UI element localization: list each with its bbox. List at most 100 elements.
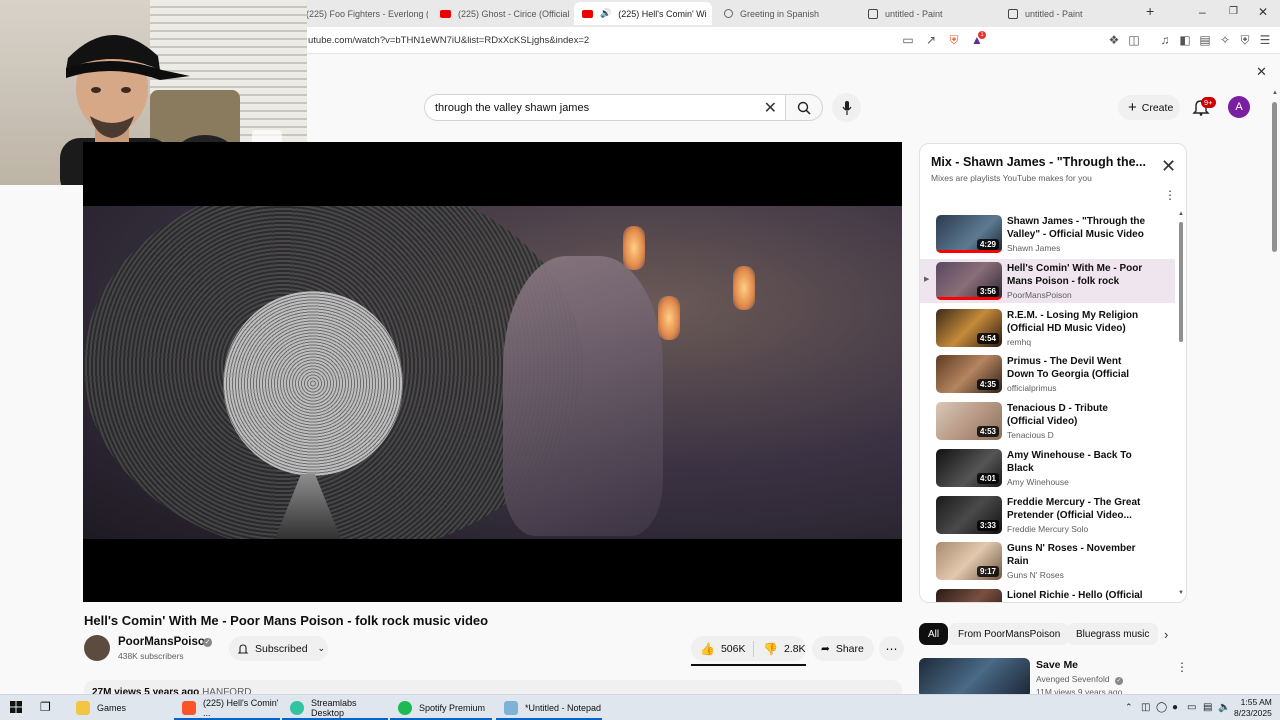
recommendation-title[interactable]: Save Me [1036, 659, 1078, 671]
cast-icon[interactable]: ▭ [901, 33, 915, 47]
playlist-item[interactable]: 9:17 Guns N' Roses - November Rain Guns … [920, 539, 1175, 583]
channel-avatar[interactable] [84, 635, 110, 661]
playlist-item-current[interactable]: ▶ 3:56 Hell's Comin' With Me - Poor Mans… [920, 259, 1175, 303]
chip-bluegrass[interactable]: Bluegrass music [1067, 623, 1159, 645]
account-avatar[interactable]: A [1228, 96, 1250, 118]
network-icon[interactable]: ▤ [1203, 702, 1212, 713]
speaker-icon: 🔊 [600, 8, 612, 18]
media-control-icon[interactable]: ♫ [1158, 33, 1172, 47]
sidebar-toggle-icon[interactable]: ◫ [1127, 33, 1141, 47]
windows-start-icon[interactable] [10, 701, 22, 716]
taskbar-item-spotify[interactable]: Spotify Premium [390, 695, 492, 720]
tray-display-icon[interactable]: ▭ [1187, 702, 1196, 713]
search-button[interactable] [786, 94, 823, 121]
task-view-icon[interactable]: ❐ [40, 700, 51, 714]
tab-title: untitled - Paint [885, 8, 943, 19]
chip-from-channel[interactable]: From PoorMansPoison [949, 623, 1070, 645]
dislike-count: 2.8K [783, 642, 806, 655]
tab-paint-1[interactable]: untitled - Paint [860, 2, 996, 25]
recommendation-menu-icon[interactable]: ⋮ [1176, 660, 1188, 674]
vpn-icon[interactable]: ⛨ [1238, 33, 1252, 47]
share-label: Share [835, 642, 864, 655]
subscribed-button[interactable]: Subscribed ⌄ [229, 636, 328, 661]
video-frame [83, 206, 902, 539]
tray-overflow-icon[interactable]: ⌃ [1125, 702, 1133, 713]
recommendation-thumbnail[interactable] [919, 658, 1030, 698]
scroll-down-icon[interactable]: ▼ [1178, 590, 1184, 596]
tab-title: untitled - Paint [1025, 8, 1083, 19]
video-thumbnail: 4:54 [936, 309, 1002, 347]
scrollbar-thumb[interactable] [1272, 102, 1277, 252]
tab-hells-comin[interactable]: 🔊 (225) Hell's Comin' Wi ✕ [574, 2, 712, 25]
playlist-menu-icon[interactable]: ⋮ [1164, 188, 1176, 202]
leo-ai-icon[interactable]: ✧ [1218, 33, 1232, 47]
playlist-item[interactable]: 4:01 Amy Winehouse - Back To Black Amy W… [920, 446, 1175, 490]
minimize-icon[interactable]: – [1199, 5, 1206, 19]
voice-search-button[interactable] [832, 93, 861, 122]
overlay-close-icon[interactable]: ✕ [1256, 64, 1267, 80]
video-bulb [658, 296, 680, 340]
page-scrollbar[interactable]: ▲ [1270, 90, 1280, 702]
tab-paint-2[interactable]: untitled - Paint [1000, 2, 1130, 25]
chevron-down-icon: ⌄ [317, 643, 326, 653]
more-actions-icon[interactable]: ⋯ [879, 636, 904, 661]
search-input[interactable]: through the valley shawn james ✕ [424, 94, 786, 121]
url-field[interactable]: utube.com/watch?v=bTHN1eWN7iU&list=RDxXc… [308, 35, 589, 46]
video-thumbnail [936, 589, 1002, 602]
playlist-item[interactable]: 4:54 R.E.M. - Losing My Religion (Offici… [920, 306, 1175, 350]
playlist-item[interactable]: 3:33 Freddie Mercury - The Great Pretend… [920, 493, 1175, 537]
watched-progress [936, 297, 1002, 300]
playlist-title[interactable]: Mix - Shawn James - "Through the... [931, 155, 1146, 169]
new-tab-button[interactable]: + [1146, 3, 1154, 19]
tab-greeting-in-spanish[interactable]: Greeting in Spanish [716, 2, 856, 25]
notepad-icon [504, 700, 518, 715]
playlist-item[interactable]: 4:29 Shawn James - "Through the Valley" … [920, 212, 1175, 256]
video-player[interactable] [83, 142, 902, 602]
brave-shields-icon[interactable]: ⛨ [947, 33, 961, 47]
taskbar-item-streamlabs[interactable]: Streamlabs Desktop [282, 695, 388, 720]
scrollbar-thumb[interactable] [1179, 222, 1183, 342]
chip-all[interactable]: All [919, 623, 949, 645]
scroll-up-icon[interactable]: ▲ [1178, 211, 1184, 217]
channel-name[interactable]: PoorMansPoison [118, 636, 212, 648]
share-button[interactable]: ➦ Share [812, 636, 874, 661]
video-bulb [623, 226, 645, 270]
item-title: R.E.M. - Losing My Religion (Official HD… [1007, 310, 1139, 334]
watched-progress [936, 250, 1002, 253]
extension-icon[interactable]: ❖ [1107, 33, 1121, 47]
windows-taskbar: ❐ Games (225) Hell's Comin' ... Streamla… [0, 694, 1280, 720]
playlist-item[interactable]: Lionel Richie - Hello (Official [920, 586, 1175, 602]
create-button[interactable]: + Create [1118, 95, 1180, 120]
volume-icon[interactable]: 🔈 [1218, 702, 1230, 713]
scroll-up-icon[interactable]: ▲ [1272, 90, 1278, 96]
window-close-icon[interactable]: ✕ [1258, 5, 1268, 19]
playlist-item[interactable]: 4:53 Tenacious D - Tribute (Official Vid… [920, 399, 1175, 443]
share-page-icon[interactable]: ↗ [924, 33, 938, 47]
tray-microphone-icon[interactable]: ● [1172, 702, 1178, 713]
dislike-button[interactable]: 👎 2.8K [754, 636, 806, 661]
taskbar-item-games[interactable]: Games [68, 695, 170, 720]
taskbar-item-browser[interactable]: (225) Hell's Comin' ... [174, 695, 280, 720]
tray-app-icon[interactable]: ◫ [1141, 702, 1150, 713]
item-channel: Shawn James [1007, 243, 1061, 253]
paint-icon [868, 8, 878, 19]
menu-icon[interactable]: ☰ [1258, 33, 1272, 47]
search-icon [797, 101, 811, 115]
chevron-right-icon[interactable]: › [1164, 627, 1168, 642]
like-button[interactable]: 👍 506K [691, 636, 753, 661]
taskbar-clock[interactable]: 1:55 AM 8/23/2025 [1234, 697, 1272, 719]
taskbar-item-notepad[interactable]: *Untitled - Notepad [496, 695, 602, 720]
wallet-icon[interactable]: ▤ [1198, 33, 1212, 47]
tab-foo-fighters[interactable]: (225) Foo Fighters - Everlong ( [298, 2, 428, 25]
globe-icon [724, 9, 733, 18]
close-playlist-icon[interactable]: ✕ [1161, 157, 1176, 175]
restore-icon[interactable]: ❐ [1229, 6, 1238, 17]
tray-app-icon[interactable]: ◯ [1156, 702, 1167, 713]
tab-ghost-cirice[interactable]: (225) Ghost - Cirice (Official M [432, 2, 572, 25]
playlist-scrollbar[interactable]: ▲ ▼ [1178, 211, 1184, 599]
thumbs-up-icon: 👍 [700, 641, 715, 656]
sidebar-icon[interactable]: ◧ [1178, 33, 1192, 47]
video-thumbnail: 4:53 [936, 402, 1002, 440]
playlist-item[interactable]: 4:35 Primus - The Devil Went Down To Geo… [920, 352, 1175, 396]
clear-search-icon[interactable]: ✕ [764, 98, 777, 118]
